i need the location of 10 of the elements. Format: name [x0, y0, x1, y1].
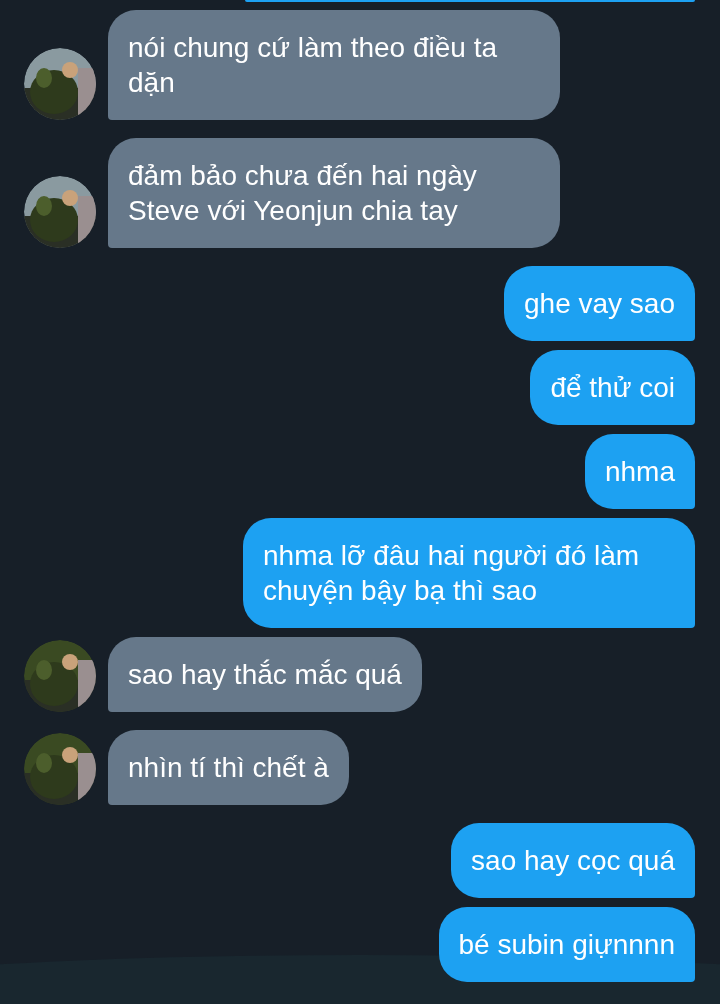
message-bubble: bé subin giựnnnn — [438, 907, 695, 982]
message-bubble: sao hay thắc mắc quá — [108, 637, 422, 712]
message-bubble: sao hay cọc quá — [451, 823, 695, 898]
message-bubble: ghe vay sao — [504, 266, 695, 341]
message-bubble: nhma lỡ đâu hai người đó làm chuyện bậy bạ thì sao — [243, 518, 695, 628]
message-bubble: nhìn tí thì chết à — [108, 730, 349, 805]
message-bubble: để thử coi — [530, 350, 695, 425]
message-bubble: nhma — [584, 434, 695, 509]
message-bubble: đảm bảo chưa đến hai ngày Steve với Yeonjun chia tay — [108, 138, 560, 248]
message-bubble: nói chung cứ làm theo điều ta dặn — [108, 10, 560, 120]
